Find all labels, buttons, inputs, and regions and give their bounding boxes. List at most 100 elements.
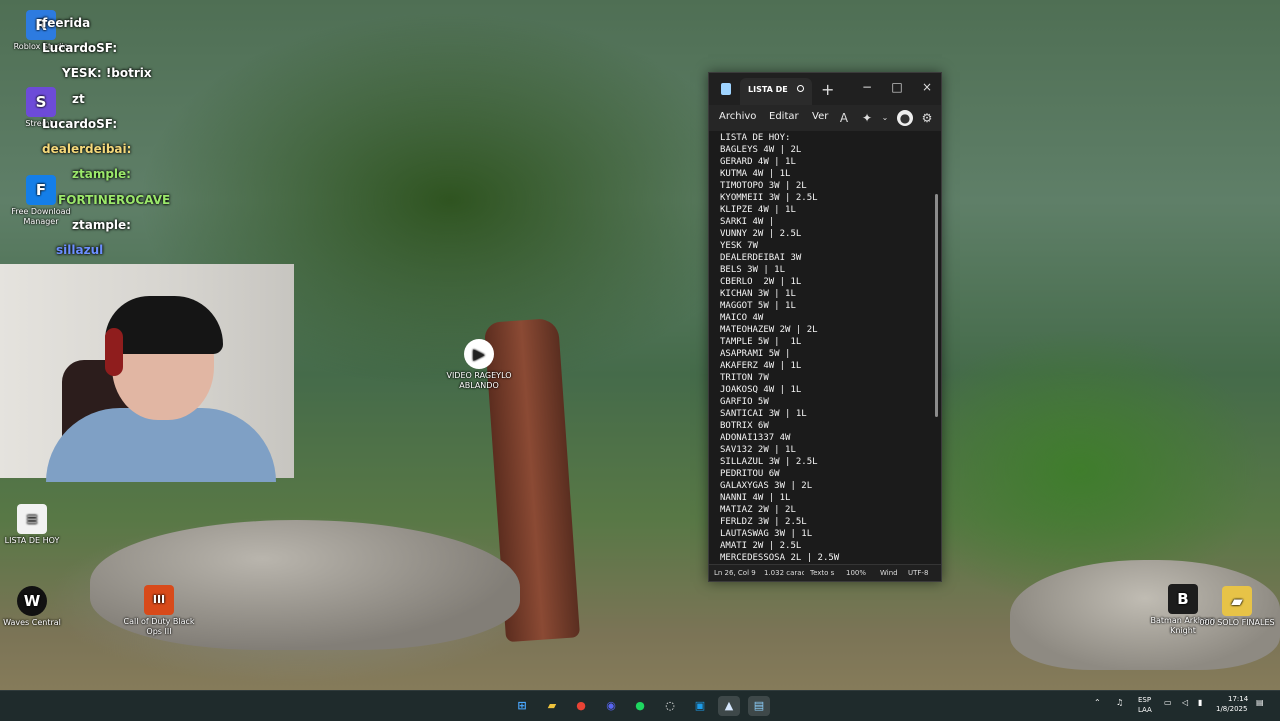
notepad-window[interactable]: LISTA DE H + − □ × Archivo Editar Ver A … — [708, 72, 942, 582]
cursor-position: Ln 26, Col 9 — [714, 569, 756, 577]
menu-ver[interactable]: Ver — [812, 111, 828, 122]
chat-username: LucardoSF: — [42, 117, 118, 131]
text-line: SILLAZUL 3W | 2.5L — [720, 457, 818, 467]
text-line: MATEOHAZEW 2W | 2L — [720, 325, 818, 335]
text-line: GERARD 4W | 1L — [720, 157, 796, 167]
font-icon[interactable]: A — [836, 110, 852, 126]
encoding[interactable]: UTF-8 — [908, 569, 936, 577]
zoom-level[interactable]: 100% — [846, 569, 868, 577]
chat-message: YESK: !botrix — [62, 66, 152, 80]
line-ending[interactable]: Wind — [880, 569, 902, 577]
desktop-icon-label: VIDEO RAGEYLO ABLANDO — [446, 371, 512, 390]
chat-username: YESK: — [62, 66, 102, 80]
minimize-button[interactable]: − — [855, 77, 879, 97]
desktop-icon-video[interactable]: ▶ VIDEO RAGEYLO ABLANDO — [438, 339, 520, 391]
text-line: KLIPZE 4W | 1L — [720, 205, 796, 215]
text-line: AKAFERZ 4W | 1L — [720, 361, 802, 371]
network-icon[interactable]: ▭ — [1164, 698, 1172, 707]
file-explorer-icon[interactable]: ▰ — [541, 696, 563, 716]
waves-icon: W — [17, 586, 47, 616]
text-line: GALAXYGAS 3W | 2L — [720, 481, 813, 491]
copilot-icon[interactable]: ✦ — [859, 110, 875, 126]
document-text: LISTA DE HOY: BAGLEYS 4W | 2L GERARD 4W | … — [720, 132, 932, 564]
notepad-title-bar[interactable]: LISTA DE H + − □ × — [709, 73, 941, 105]
chat-message: dealerdeibai: — [42, 142, 131, 156]
desktop-icon-label: LISTA DE HOY — [4, 536, 60, 545]
desktop-icon-waves-central[interactable]: W Waves Central — [0, 586, 73, 628]
text-line: CBERLO 2W | 1L — [720, 277, 802, 287]
desktop-icon-lista-de-hoy[interactable]: ≡ LISTA DE HOY — [0, 504, 73, 546]
menu-archivo[interactable]: Archivo — [719, 111, 756, 122]
spotify-icon[interactable]: ● — [629, 696, 651, 716]
text-line: ASAPRAMI 5W | — [720, 349, 791, 359]
text-line: LISTA DE HOY: — [720, 133, 791, 143]
stream-chat-overlay: feerida LucardoSF: YESK: !botrix zt Luca… — [0, 0, 280, 270]
chat-username: LucardoSF: — [42, 41, 118, 55]
language-indicator-bottom[interactable]: LAA — [1138, 706, 1152, 714]
text-line: ADONAI1337 4W — [720, 433, 791, 443]
notepad-status-bar: Ln 26, Col 9 1.032 caract Texto s 100% W… — [709, 564, 941, 581]
language-indicator-top[interactable]: ESP — [1138, 696, 1151, 704]
chat-username: ztample: — [72, 167, 131, 181]
text-line: BOTRIX 6W — [720, 421, 769, 431]
text-line: MAICO 4W — [720, 313, 764, 323]
text-line: PEDRITOU 6W — [720, 469, 780, 479]
chat-username: ztample: — [72, 218, 131, 232]
battery-icon[interactable]: ▮ — [1198, 698, 1202, 707]
new-tab-button[interactable]: + — [821, 80, 834, 99]
text-line: VUNNY 2W | 2.5L — [720, 229, 802, 239]
show-hidden-icons-chevron-up-icon[interactable]: ⌃ — [1094, 698, 1101, 707]
text-line: TAMPLE 5W | 1L — [720, 337, 802, 347]
text-format[interactable]: Texto s — [810, 569, 836, 577]
text-file-icon: ≡ — [17, 504, 47, 534]
notifications-icon[interactable]: ▤ — [1256, 698, 1264, 707]
text-line: MATIAZ 2W | 2L — [720, 505, 796, 515]
vertical-scrollbar[interactable] — [935, 194, 938, 417]
account-icon[interactable]: ● — [897, 110, 913, 126]
chat-text: !botrix — [105, 66, 152, 80]
chat-username: FORTINEROCAVE — [58, 193, 171, 207]
text-line: YESK 7W — [720, 241, 758, 251]
chat-message: feerida — [42, 16, 90, 30]
text-line: DEALERDEIBAI 3W — [720, 253, 802, 263]
desktop-icon-solo-finales[interactable]: ▰ 000 SOLO FINALES — [1196, 586, 1278, 628]
chat-message: LucardoSF: — [42, 41, 117, 55]
clock-date[interactable]: 1/8/2025 — [1216, 705, 1247, 713]
notepad-text-area[interactable]: LISTA DE HOY: BAGLEYS 4W | 2L GERARD 4W | … — [709, 131, 941, 569]
windows-start-icon[interactable]: ⊞ — [511, 696, 533, 716]
chat-username: zt — [72, 92, 85, 106]
tab-title: LISTA DE H — [748, 85, 788, 94]
discord-icon[interactable]: ◉ — [600, 696, 622, 716]
microphone-icon[interactable]: ♫ — [1116, 698, 1123, 707]
notepad-taskbar-icon[interactable]: ▤ — [748, 696, 770, 716]
video-file-icon: ▶ — [464, 339, 494, 369]
chat-message: zt — [72, 92, 85, 106]
chat-message: ztample: — [72, 167, 131, 181]
remote-desktop-icon[interactable]: ▣ — [689, 696, 711, 716]
chevron-down-icon[interactable]: ⌄ — [877, 110, 893, 126]
text-line: KICHAN 3W | 1L — [720, 289, 796, 299]
desktop-icon-black-ops-iii[interactable]: III Call of Duty Black Ops III — [118, 585, 200, 637]
text-line: SARKI 4W | — [720, 217, 775, 227]
desktop-icon-label: Waves Central — [3, 618, 61, 627]
text-line: JOAKOSQ 4W | 1L — [720, 385, 802, 395]
volume-icon[interactable]: ◁ — [1182, 698, 1188, 707]
menu-editar[interactable]: Editar — [769, 111, 799, 122]
text-line: LAUTASWAG 3W | 1L — [720, 529, 813, 539]
obs-icon[interactable]: ◌ — [659, 696, 681, 716]
call-of-duty-icon: III — [144, 585, 174, 615]
text-line: TRITON 7W — [720, 373, 769, 383]
maximize-button[interactable]: □ — [885, 77, 909, 97]
steam-icon[interactable]: ▲ — [718, 696, 740, 716]
gear-icon[interactable]: ⚙ — [919, 110, 935, 126]
chrome-icon[interactable]: ● — [570, 696, 592, 716]
text-line: TIMOTOPO 3W | 2L — [720, 181, 807, 191]
desktop-icon-label: Call of Duty Black Ops III — [123, 617, 195, 636]
character-count: 1.032 caract — [764, 569, 804, 577]
notepad-menu-bar: Archivo Editar Ver A ✦ ⌄ ● ⚙ — [709, 105, 941, 132]
tab-lista-de-hoy[interactable]: LISTA DE H — [740, 78, 812, 105]
close-button[interactable]: × — [915, 77, 939, 97]
clock-time[interactable]: 17:14 — [1228, 695, 1248, 703]
text-line: KYOMMEII 3W | 2.5L — [720, 193, 818, 203]
chat-message: sillazul — [56, 243, 103, 257]
